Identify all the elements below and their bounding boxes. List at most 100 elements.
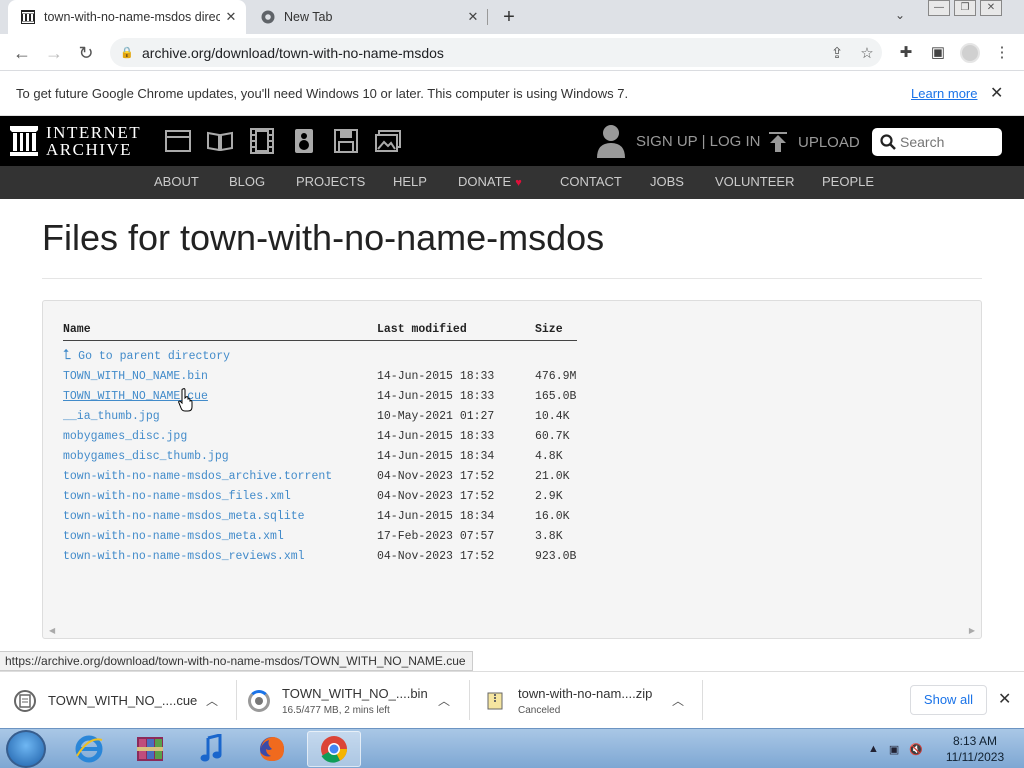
table-row: town-with-no-name-msdos_files.xml 04-Nov…: [63, 486, 577, 506]
chevron-up-icon[interactable]: ︿: [438, 692, 450, 709]
file-size: 165.0B: [535, 389, 577, 403]
winrar-taskbar-icon[interactable]: [123, 731, 177, 767]
file-size: 476.9M: [535, 369, 577, 383]
chrome-favicon-icon: [260, 9, 276, 25]
nav-contact[interactable]: CONTACT: [560, 174, 622, 189]
back-arrow-icon[interactable]: ←: [11, 42, 33, 64]
tab-new-tab[interactable]: New Tab ✕: [248, 0, 488, 34]
show-all-button[interactable]: Show all: [910, 685, 987, 715]
nav-people[interactable]: PEOPLE: [822, 174, 874, 189]
images-picture-icon[interactable]: [375, 127, 401, 155]
close-shelf-icon[interactable]: ✕: [998, 689, 1011, 709]
profile-avatar[interactable]: [960, 43, 980, 63]
file-link[interactable]: town-with-no-name-msdos_meta.xml: [63, 530, 284, 543]
upload-link[interactable]: UPLOAD: [768, 132, 860, 152]
update-infobar: To get future Google Chrome updates, you…: [0, 72, 1024, 116]
nav-projects[interactable]: PROJECTS: [296, 174, 365, 189]
video-film-icon[interactable]: [249, 127, 275, 155]
scroll-right-icon[interactable]: ▶: [969, 626, 975, 635]
file-link[interactable]: town-with-no-name-msdos_archive.torrent: [63, 470, 332, 483]
nav-blog[interactable]: BLOG: [229, 174, 265, 189]
ia-header: INTERNET ARCHIVE SIGN UP | LOG IN UPLOAD: [0, 116, 1024, 166]
page-title: Files for town-with-no-name-msdos: [42, 217, 605, 258]
new-tab-button[interactable]: +: [498, 6, 520, 28]
ie-taskbar-icon[interactable]: [62, 731, 116, 767]
clock-time: 8:13 AM: [952, 734, 998, 748]
nav-donate[interactable]: DONATE ♥: [458, 174, 522, 189]
taskbar-clock[interactable]: 8:13 AM 11/11/2023: [940, 733, 1010, 765]
network-icon[interactable]: ▣: [889, 743, 899, 756]
ia-logo[interactable]: INTERNET ARCHIVE: [10, 124, 141, 158]
progress-ring-icon: [248, 689, 270, 712]
table-row: town-with-no-name-msdos_meta.xml 17-Feb-…: [63, 526, 577, 546]
file-link[interactable]: town-with-no-name-msdos_files.xml: [63, 490, 291, 503]
minimize-button[interactable]: —: [928, 0, 950, 16]
side-panel-icon[interactable]: ▣: [928, 43, 948, 63]
file-link[interactable]: town-with-no-name-msdos_meta.sqlite: [63, 510, 305, 523]
table-row: TOWN_WITH_NO_NAME.cue 14-Jun-2015 18:33 …: [63, 386, 577, 406]
scroll-left-icon[interactable]: ◀: [49, 626, 55, 635]
maximize-button[interactable]: ❐: [954, 0, 976, 16]
heart-icon: ♥: [515, 177, 522, 189]
texts-book-icon[interactable]: [207, 127, 233, 155]
file-link[interactable]: mobygames_disc.jpg: [63, 430, 187, 443]
clock-date: 11/11/2023: [945, 750, 1005, 764]
menu-kebab-icon[interactable]: ⋮: [992, 43, 1012, 63]
nav-jobs[interactable]: JOBS: [650, 174, 684, 189]
archive-favicon-icon: [20, 9, 36, 25]
user-area[interactable]: SIGN UP | LOG IN: [596, 124, 760, 158]
chevron-up-icon[interactable]: ︿: [206, 692, 218, 709]
file-link[interactable]: town-with-no-name-msdos_reviews.xml: [63, 550, 305, 563]
shelf-divider: [702, 680, 703, 720]
parent-directory-link[interactable]: ⮤ Go to parent directory: [63, 348, 230, 365]
download-item-bin[interactable]: TOWN_WITH_NO_....bin 16.5/477 MB, 2 mins…: [248, 672, 458, 729]
file-size: 10.4K: [535, 409, 570, 423]
download-name: TOWN_WITH_NO_....bin: [282, 685, 428, 701]
user-icon: [597, 125, 625, 158]
tab-search-icon[interactable]: ⌄: [895, 8, 905, 22]
audio-speaker-icon[interactable]: [291, 127, 317, 155]
tab-title: town-with-no-name-msdos direc: [44, 10, 220, 24]
ia-search-input[interactable]: [900, 134, 995, 150]
web-archive-icon[interactable]: [165, 127, 191, 155]
close-window-button[interactable]: ✕: [980, 0, 1002, 16]
up-arrow-icon: ⮤: [63, 348, 72, 365]
download-item-zip[interactable]: town-with-no-nam....zip Canceled ︿: [484, 672, 694, 729]
table-row: town-with-no-name-msdos_archive.torrent …: [63, 466, 577, 486]
tray-expand-icon[interactable]: ▲: [868, 743, 879, 755]
itunes-taskbar-icon[interactable]: [184, 731, 238, 767]
file-link[interactable]: __ia_thumb.jpg: [63, 410, 160, 423]
infobar-close-icon[interactable]: ✕: [990, 83, 1003, 103]
address-bar[interactable]: 🔒 archive.org/download/town-with-no-name…: [110, 38, 882, 67]
bookmark-star-icon[interactable]: ☆: [852, 44, 882, 62]
system-tray: ▲ ▣ 🔇: [868, 729, 923, 768]
close-tab-icon[interactable]: ✕: [462, 6, 484, 28]
close-tab-icon[interactable]: ✕: [220, 6, 242, 28]
start-button[interactable]: [6, 730, 46, 768]
software-floppy-icon[interactable]: [333, 127, 359, 155]
status-url-bubble: https://archive.org/download/town-with-n…: [0, 651, 473, 671]
download-item-cue[interactable]: TOWN_WITH_NO_....cue ︿: [14, 672, 224, 729]
parent-directory-row: ⮤ Go to parent directory: [63, 340, 577, 366]
reload-icon[interactable]: ↻: [75, 42, 97, 64]
extensions-puzzle-icon[interactable]: ✚: [896, 43, 916, 63]
file-link[interactable]: TOWN_WITH_NO_NAME.bin: [63, 370, 208, 383]
share-icon[interactable]: ⇪: [822, 44, 852, 62]
nav-about[interactable]: ABOUT: [154, 174, 199, 189]
table-row: TOWN_WITH_NO_NAME.bin 14-Jun-2015 18:33 …: [63, 366, 577, 386]
nav-volunteer[interactable]: VOLUNTEER: [715, 174, 794, 189]
file-modified: 04-Nov-2023 17:52: [377, 469, 495, 483]
tab-archive[interactable]: town-with-no-name-msdos direc ✕: [8, 0, 246, 34]
chevron-up-icon[interactable]: ︿: [672, 692, 684, 709]
learn-more-link[interactable]: Learn more: [911, 86, 977, 101]
ia-search-box[interactable]: [872, 128, 1002, 156]
window-controls: — ❐ ✕: [924, 0, 1002, 18]
volume-muted-icon[interactable]: 🔇: [909, 743, 923, 756]
nav-help[interactable]: HELP: [393, 174, 427, 189]
forward-arrow-icon[interactable]: →: [43, 42, 65, 64]
file-link[interactable]: mobygames_disc_thumb.jpg: [63, 450, 229, 463]
chrome-taskbar-icon[interactable]: [307, 731, 361, 767]
signup-login-link[interactable]: SIGN UP | LOG IN: [636, 133, 760, 150]
file-listing-panel[interactable]: Name Last modified Size ⮤ Go to parent d…: [42, 300, 982, 639]
firefox-taskbar-icon[interactable]: [245, 731, 299, 767]
